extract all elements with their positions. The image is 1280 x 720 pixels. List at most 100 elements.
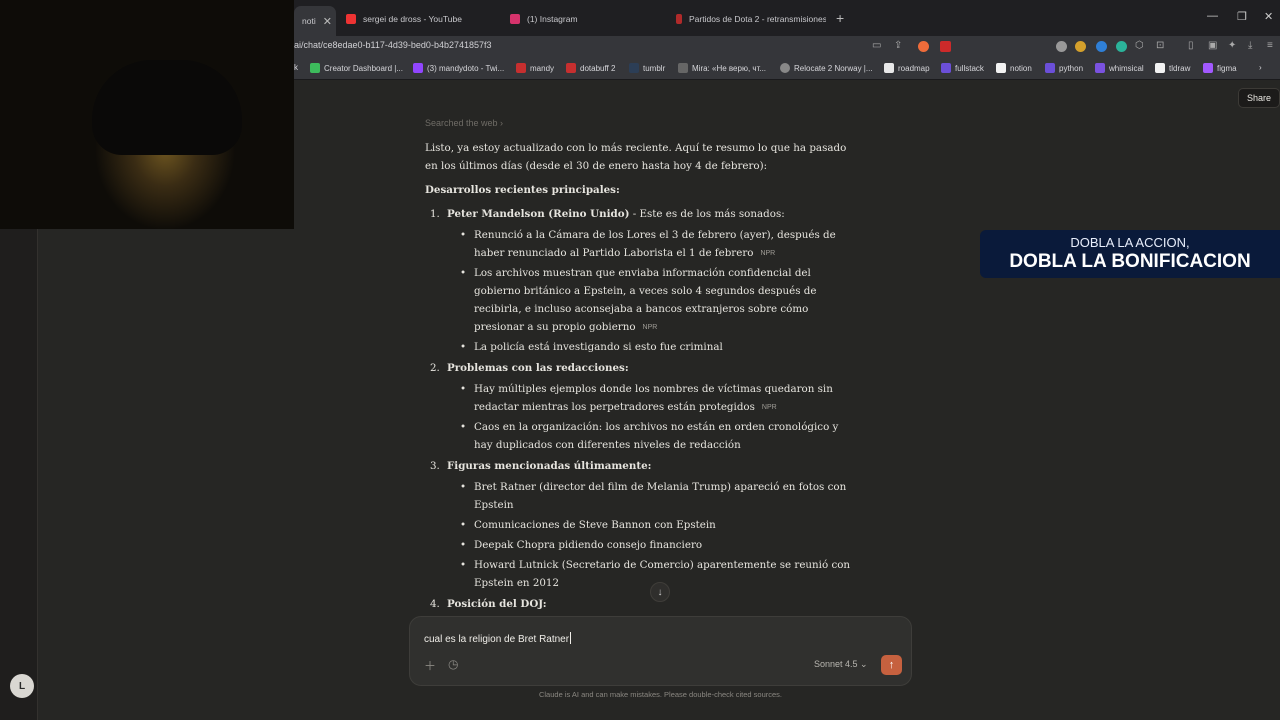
disclaimer-text: Claude is AI and can make mistakes. Plea… xyxy=(538,690,783,699)
section-title: Figuras mencionadas últimamente: xyxy=(447,460,652,472)
close-window-icon[interactable]: ✕ xyxy=(1264,10,1273,23)
screenshot-icon[interactable]: ⊡ xyxy=(1156,40,1164,51)
bullet-item: Renunció a la Cámara de los Lores el 3 d… xyxy=(451,226,857,262)
instagram-icon xyxy=(510,14,520,24)
bullet-item: La policía está investigando si esto fue… xyxy=(451,338,857,356)
send-button[interactable]: ↑ xyxy=(881,655,902,675)
list-number: 1. xyxy=(430,208,440,220)
citation-badge[interactable]: NPR xyxy=(756,248,779,260)
history-icon[interactable]: ◷ xyxy=(448,657,458,671)
searched-web-toggle[interactable]: Searched the web › xyxy=(425,114,857,132)
share-page-icon[interactable]: ⇪ xyxy=(894,40,902,51)
notion-icon xyxy=(996,63,1006,73)
extension-icon[interactable] xyxy=(1116,41,1127,52)
avatar[interactable]: L xyxy=(10,674,34,698)
bookmark-item[interactable]: whimsical xyxy=(1095,63,1144,73)
promo-line-1: DOBLA LA ACCION, xyxy=(1070,235,1190,250)
list-number: 4. xyxy=(430,598,440,610)
sidebar-toggle-icon[interactable]: ▯ xyxy=(1188,40,1194,51)
list-item: 2. Problemas con las redacciones: Hay mú… xyxy=(425,359,857,454)
bookmark-item[interactable]: Mira: «Не верю, чт... xyxy=(678,63,766,73)
bookmark-item[interactable]: Creator Dashboard |... xyxy=(310,63,403,73)
tumblr-icon xyxy=(629,63,639,73)
install-app-icon[interactable]: ▭ xyxy=(872,40,881,51)
bullet-item: Los archivos muestran que enviaba inform… xyxy=(451,264,857,336)
list-number: 3. xyxy=(430,460,440,472)
bookmark-item[interactable]: dotabuff 2 xyxy=(566,63,615,73)
scroll-to-bottom-button[interactable]: ↓ xyxy=(650,582,670,602)
promo-line-2: DOBLA LA BONIFICACION xyxy=(1009,251,1251,272)
section-title: Posición del DOJ: xyxy=(447,598,547,610)
message-composer: cual es la religion de Bret Ratner ＋ ◷ S… xyxy=(409,616,912,686)
extension-icon[interactable] xyxy=(1056,41,1067,52)
bullet-item: Comunicaciones de Steve Bannon con Epste… xyxy=(451,516,857,534)
bullet-item: Hay múltiples ejemplos donde los nombres… xyxy=(451,380,857,416)
twitch-icon xyxy=(413,63,423,73)
section-title: Problemas con las redacciones: xyxy=(447,362,629,374)
bookmark-item[interactable]: fullstack xyxy=(941,63,984,73)
kick-icon xyxy=(310,63,320,73)
bookmark-item[interactable]: mandy xyxy=(516,63,554,73)
close-tab-icon[interactable]: ✕ xyxy=(323,15,332,28)
arrow-up-icon: ↑ xyxy=(888,659,895,671)
minimize-icon[interactable]: — xyxy=(1207,10,1218,22)
extension-icon[interactable] xyxy=(1075,41,1086,52)
youtube-icon xyxy=(346,14,356,24)
citation-badge[interactable]: NPR xyxy=(639,322,662,334)
model-selector[interactable]: Sonnet 4.5 ⌄ xyxy=(814,659,868,670)
bookmark-item[interactable]: tldraw xyxy=(1155,63,1190,73)
message-heading: Desarrollos recientes principales: xyxy=(425,184,620,196)
bookmark-item[interactable]: (3) mandydoto - Twi... xyxy=(413,63,504,73)
python-icon xyxy=(1045,63,1055,73)
figma-icon xyxy=(1203,63,1213,73)
citation-badge[interactable]: NPR xyxy=(758,402,781,414)
tab-instagram[interactable]: (1) Instagram xyxy=(510,8,660,30)
bookmark-item[interactable]: figma xyxy=(1203,63,1237,73)
webcam-person xyxy=(92,60,242,155)
list-item: 4. Posición del DOJ: xyxy=(425,595,857,613)
list-item: 1. Peter Mandelson (Reino Unido) - Este … xyxy=(425,205,857,356)
share-button[interactable]: Share xyxy=(1238,88,1280,108)
tab-dota[interactable]: Partidos de Dota 2 - retransmisiones xyxy=(676,8,826,30)
bookmark-item[interactable]: tumblr xyxy=(629,63,665,73)
bullet-item: Caos en la organización: los archivos no… xyxy=(451,418,857,454)
bullet-item: Bret Ratner (director del film de Melani… xyxy=(451,478,857,514)
bookmark-item[interactable]: Relocate 2 Norway |... xyxy=(780,63,873,73)
dota-icon xyxy=(676,14,682,24)
list-number: 2. xyxy=(430,362,440,374)
message-input[interactable]: cual es la religion de Bret Ratner xyxy=(424,632,571,645)
fullstack-icon xyxy=(941,63,951,73)
tab-label: noti xyxy=(302,16,316,26)
download-icon[interactable]: ⤓ xyxy=(1248,40,1252,51)
list-item: 3. Figuras mencionadas últimamente: Bret… xyxy=(425,457,857,592)
roadmap-icon xyxy=(884,63,894,73)
url-field[interactable]: ai/chat/ce8edae0-b117-4d39-bed0-b4b27418… xyxy=(294,40,492,50)
bullet-item: Deepak Chopra pidiendo consejo financier… xyxy=(451,536,857,554)
message-intro: Listo, ya estoy actualizado con lo más r… xyxy=(425,142,847,172)
more-bookmarks-icon[interactable]: › xyxy=(1259,63,1262,72)
brave-rewards-icon[interactable] xyxy=(940,41,951,52)
brave-shield-icon[interactable] xyxy=(918,41,929,52)
tab-active[interactable]: noti ✕ xyxy=(294,6,336,36)
tab-label: Partidos de Dota 2 - retransmisiones xyxy=(689,14,826,24)
new-tab-button[interactable]: + xyxy=(836,10,844,26)
dotabuff-icon xyxy=(566,63,576,73)
section-title-suffix: - Este es de los más sonados: xyxy=(629,208,785,220)
menu-icon[interactable]: ≡ xyxy=(1267,40,1273,51)
bookmark-item[interactable]: python xyxy=(1045,63,1083,73)
extensions-puzzle-icon[interactable]: ⬡ xyxy=(1135,40,1144,51)
extension-icon[interactable] xyxy=(1096,41,1107,52)
add-attachment-icon[interactable]: ＋ xyxy=(424,657,436,674)
leo-ai-icon[interactable]: ✦ xyxy=(1228,40,1236,51)
tldraw-icon xyxy=(1155,63,1165,73)
wallet-icon[interactable]: ▣ xyxy=(1208,40,1217,51)
restore-icon[interactable]: ❐ xyxy=(1237,10,1247,23)
webcam-overlay xyxy=(0,0,294,229)
bookmark-item[interactable]: k xyxy=(294,63,298,72)
bookmark-item[interactable]: notion xyxy=(996,63,1032,73)
hashtag-icon xyxy=(678,63,688,73)
bookmark-item[interactable]: roadmap xyxy=(884,63,930,73)
tab-youtube[interactable]: sergei de dross - YouTube xyxy=(346,8,496,30)
arrow-down-icon: ↓ xyxy=(657,586,663,598)
assistant-message: Searched the web › Listo, ya estoy actua… xyxy=(425,114,857,616)
